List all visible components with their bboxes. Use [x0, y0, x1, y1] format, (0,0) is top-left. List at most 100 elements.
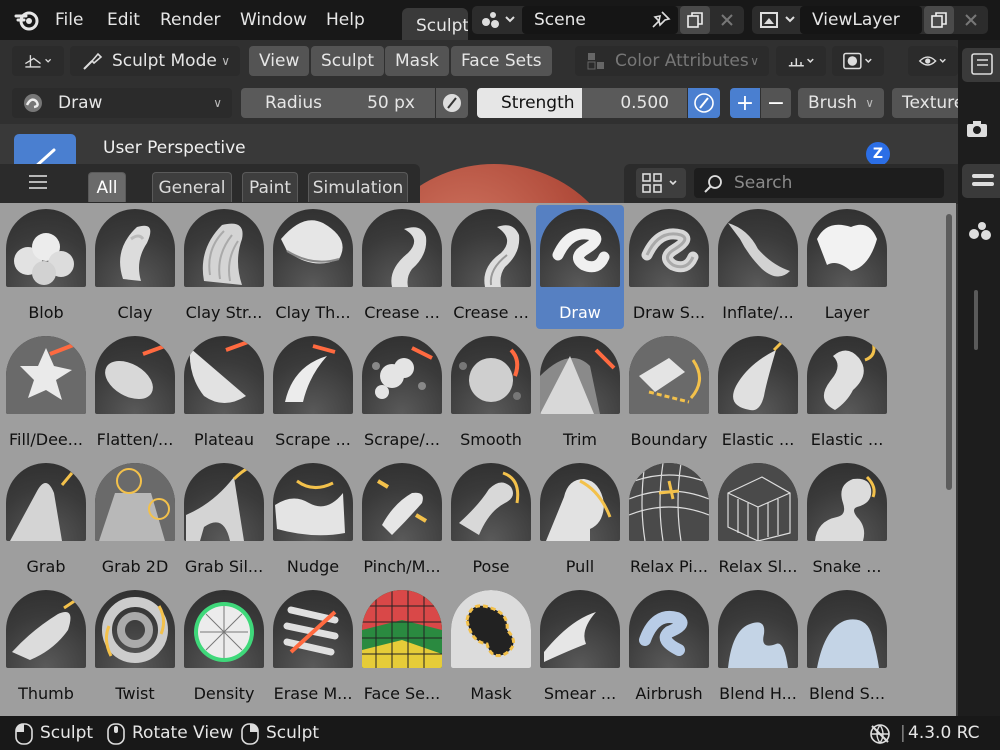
- brush-tile[interactable]: Draw S...: [625, 205, 713, 329]
- brush-thumbnail-icon: [807, 336, 887, 414]
- brush-tile[interactable]: Grab: [2, 459, 90, 583]
- brush-menu[interactable]: Brush ∨: [798, 88, 884, 118]
- menu-window[interactable]: Window: [240, 10, 307, 30]
- shelf-scrollbar[interactable]: [946, 214, 952, 490]
- brush-tile[interactable]: Clay Th...: [269, 205, 357, 329]
- display-size-dropdown[interactable]: [636, 168, 686, 198]
- brush-tile[interactable]: Thumb: [2, 586, 90, 710]
- brush-tile[interactable]: Pull: [536, 459, 624, 583]
- brush-tile[interactable]: Elastic ...: [714, 332, 802, 456]
- brush-tile[interactable]: Relax Pi...: [625, 459, 713, 583]
- brush-tile[interactable]: Scrape/...: [358, 332, 446, 456]
- outliner-editor-button[interactable]: [962, 48, 1000, 82]
- scene-type-dropdown[interactable]: [478, 9, 520, 31]
- radius-pressure-toggle[interactable]: [436, 88, 468, 118]
- shelf-search-field[interactable]: Search: [694, 168, 944, 198]
- view-layer-type-dropdown[interactable]: [758, 9, 800, 31]
- brush-tile[interactable]: Fill/Dee...: [2, 332, 90, 456]
- copy-icon: [931, 12, 947, 28]
- brush-thumbnail-icon: [273, 463, 353, 541]
- brush-tile[interactable]: Twist: [91, 586, 179, 710]
- navigation-gizmo-z-axis[interactable]: Z: [866, 142, 890, 166]
- shelf-tab-paint[interactable]: Paint: [242, 172, 298, 202]
- chevron-down-icon: ∨: [221, 54, 230, 68]
- brush-tile[interactable]: Grab Sil...: [180, 459, 268, 583]
- sculpt-menu[interactable]: Sculpt: [311, 46, 385, 76]
- shelf-tab-all[interactable]: All: [88, 172, 126, 202]
- properties-scrollbar[interactable]: [974, 290, 978, 350]
- brush-tile[interactable]: Relax Sl...: [714, 459, 802, 583]
- brush-tile[interactable]: Scrape ...: [269, 332, 357, 456]
- tool-properties-icon[interactable]: [966, 216, 996, 244]
- brush-tile[interactable]: Face Se...: [358, 586, 446, 710]
- visibility-dropdown[interactable]: [908, 46, 958, 76]
- direction-add-button[interactable]: +: [730, 88, 760, 118]
- properties-editor-button[interactable]: [962, 164, 1000, 198]
- brush-tile[interactable]: Pinch/M...: [358, 459, 446, 583]
- status-left-click: Sculpt: [40, 723, 94, 743]
- mode-dropdown[interactable]: Sculpt Mode ∨: [70, 46, 240, 76]
- brush-tile[interactable]: Crease ...: [358, 205, 446, 329]
- menu-help[interactable]: Help: [326, 10, 365, 30]
- menu-render[interactable]: Render: [160, 10, 221, 30]
- brush-thumbnail-icon: [540, 209, 620, 287]
- face-sets-menu[interactable]: Face Sets: [451, 46, 552, 76]
- view-menu[interactable]: View: [249, 46, 310, 76]
- brush-tile[interactable]: Clay: [91, 205, 179, 329]
- brush-tile[interactable]: Clay Str...: [180, 205, 268, 329]
- brush-selector[interactable]: Draw ∨: [12, 88, 232, 118]
- color-attributes-dropdown[interactable]: Color Attributes ∨: [575, 46, 769, 76]
- brush-tile[interactable]: Blend S...: [803, 586, 891, 710]
- brush-label: Layer: [824, 303, 870, 322]
- properties-icon: [972, 174, 994, 186]
- brush-tile[interactable]: Airbrush: [625, 586, 713, 710]
- shading-dropdown[interactable]: [832, 46, 884, 76]
- view-layer-name-field[interactable]: ViewLayer: [800, 6, 922, 34]
- symmetry-dropdown[interactable]: [776, 46, 826, 76]
- brush-tile[interactable]: Blend H...: [714, 586, 802, 710]
- brush-tile[interactable]: Grab 2D: [91, 459, 179, 583]
- brush-tile[interactable]: Crease ...: [447, 205, 535, 329]
- brush-tile[interactable]: Plateau: [180, 332, 268, 456]
- editor-type-dropdown[interactable]: [12, 46, 64, 76]
- brush-tile[interactable]: Inflate/...: [714, 205, 802, 329]
- brush-tile[interactable]: Boundary: [625, 332, 713, 456]
- brush-tile[interactable]: Pose: [447, 459, 535, 583]
- brush-tile[interactable]: Draw: [536, 205, 624, 329]
- strength-slider[interactable]: Strength 0.500: [477, 88, 687, 118]
- delete-view-layer-button[interactable]: [956, 6, 986, 34]
- brush-thumbnail-icon: [629, 209, 709, 287]
- delete-scene-button[interactable]: [712, 6, 742, 34]
- brush-label: Inflate/...: [722, 303, 794, 322]
- brush-tile[interactable]: Smear ...: [536, 586, 624, 710]
- brush-tile[interactable]: Smooth: [447, 332, 535, 456]
- texture-menu[interactable]: Texture: [892, 88, 958, 118]
- brush-tile[interactable]: Elastic ...: [803, 332, 891, 456]
- radius-slider[interactable]: Radius 50 px: [241, 88, 435, 118]
- blender-logo-icon[interactable]: [14, 8, 40, 32]
- new-view-layer-button[interactable]: [924, 6, 954, 34]
- brush-tile[interactable]: Erase M...: [269, 586, 357, 710]
- shelf-menu-icon[interactable]: [28, 174, 48, 190]
- menu-file[interactable]: File: [55, 10, 83, 30]
- new-scene-button[interactable]: [680, 6, 710, 34]
- workspace-tab[interactable]: Sculpting: [402, 8, 468, 40]
- network-disabled-icon[interactable]: [868, 722, 892, 746]
- direction-subtract-button[interactable]: −: [761, 88, 791, 118]
- brush-tile[interactable]: Flatten/...: [91, 332, 179, 456]
- shelf-tab-simulation[interactable]: Simulation: [308, 172, 408, 202]
- menu-edit[interactable]: Edit: [107, 10, 140, 30]
- brush-tile[interactable]: Snake ...: [803, 459, 891, 583]
- strength-pressure-toggle[interactable]: [688, 88, 720, 118]
- brush-tile[interactable]: Layer: [803, 205, 891, 329]
- camera-icon[interactable]: [964, 118, 994, 142]
- mask-menu[interactable]: Mask: [385, 46, 449, 76]
- shelf-tab-general[interactable]: General: [152, 172, 232, 202]
- brush-tile[interactable]: Trim: [536, 332, 624, 456]
- pin-icon[interactable]: [650, 10, 672, 30]
- brush-tile[interactable]: Mask: [447, 586, 535, 710]
- brush-tile[interactable]: Blob: [2, 205, 90, 329]
- brush-tile[interactable]: Density: [180, 586, 268, 710]
- brush-tile[interactable]: Nudge: [269, 459, 357, 583]
- brush-thumbnail-icon: [540, 336, 620, 414]
